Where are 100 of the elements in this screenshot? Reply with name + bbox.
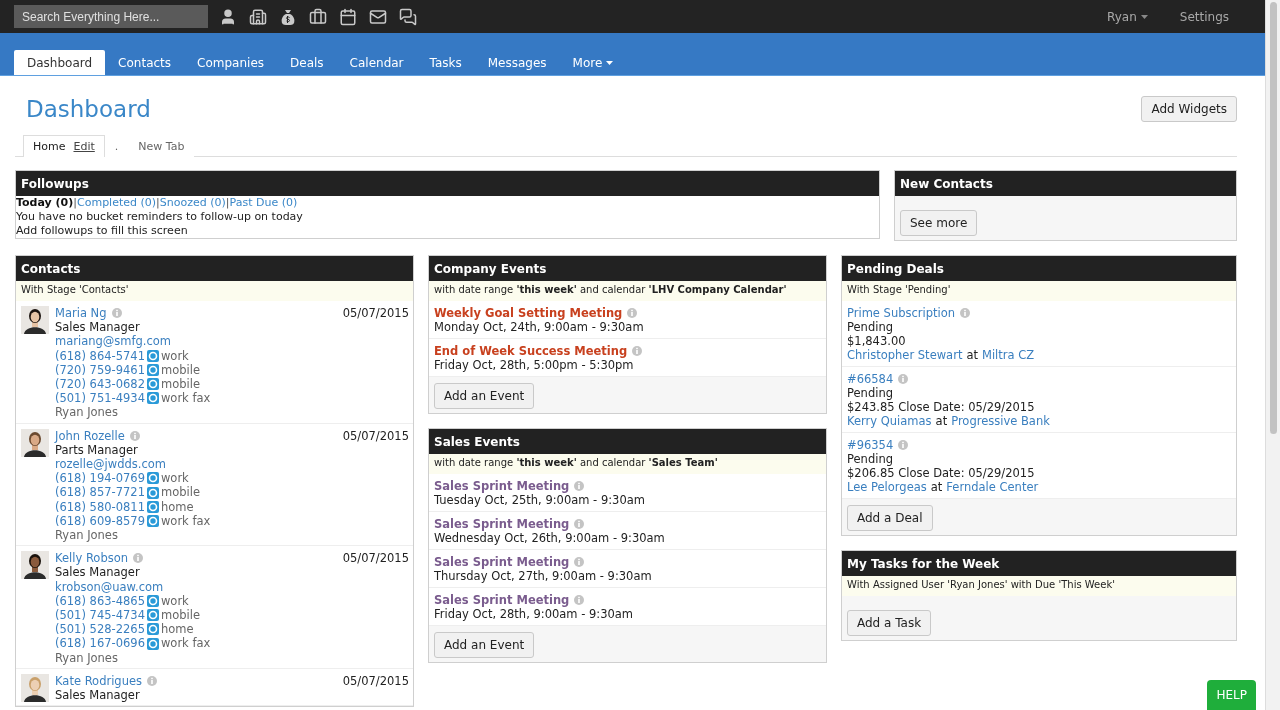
chat-icon[interactable] [398, 6, 418, 27]
phone-link[interactable]: (720) 643-0682 [55, 377, 145, 392]
email-link[interactable]: mariang@smfg.com [55, 334, 409, 349]
contact-link[interactable]: Kerry Quiamas [847, 414, 932, 428]
nav-tab[interactable]: Deals [277, 50, 337, 75]
contact-link[interactable]: Lee Pelorgeas [847, 480, 927, 494]
deal-name[interactable]: #96354 [847, 438, 894, 452]
phone-link[interactable]: (618) 609-8579 [55, 513, 145, 529]
phone-link[interactable]: (618) 857-7721 [55, 485, 145, 500]
message-text: Add followups to fill this screen [16, 224, 189, 238]
panel-title: Pending Deals [842, 256, 1236, 281]
contact-link[interactable]: Christopher Stewart [847, 348, 963, 362]
tab-label[interactable]: Home [33, 140, 66, 153]
search-field[interactable]: Search Everything Here... [14, 5, 208, 28]
nav-tab[interactable]: Companies [184, 50, 278, 75]
settings-link[interactable]: Settings [1179, 9, 1229, 24]
calendar-icon[interactable] [338, 6, 358, 27]
phone-link[interactable]: (501) 751-4934 [55, 391, 145, 406]
help-button[interactable]: HELP [1207, 680, 1256, 710]
phone-link[interactable]: (618) 863-4865 [55, 593, 145, 609]
deal-name[interactable]: #66584 [847, 372, 894, 386]
phone-type: work fax [160, 391, 211, 406]
contact-name[interactable]: Kelly Robson [55, 551, 129, 566]
company-link[interactable]: Progressive Bank [951, 414, 1050, 428]
nav-tab[interactable]: Tasks [416, 50, 475, 75]
call-icon[interactable] [146, 609, 159, 622]
call-icon[interactable] [146, 514, 159, 527]
nav-tab[interactable]: Contacts [105, 50, 185, 75]
subtab[interactable]: Home Edit [23, 135, 105, 157]
event-time: Friday Oct, 28th, 5:00pm - 5:30pm [434, 358, 635, 372]
panel-title: Company Events [429, 256, 826, 281]
info-icon[interactable] [898, 440, 909, 450]
info-icon[interactable] [632, 346, 643, 356]
contact-name[interactable]: Kate Rodrigues [55, 673, 142, 689]
user-menu[interactable]: Ryan [1107, 9, 1148, 24]
phone-link[interactable]: (618) 194-0769 [55, 471, 145, 486]
call-icon[interactable] [146, 472, 159, 485]
deal-amount: $206.85 Close Date: 05/29/2015 [847, 466, 1036, 480]
nav-tab[interactable]: More [559, 50, 627, 75]
call-icon[interactable] [146, 594, 159, 607]
add-widgets-button[interactable]: Add Widgets [1141, 96, 1237, 122]
call-icon[interactable] [146, 623, 159, 636]
add-deal-button[interactable]: Add a Deal [847, 505, 933, 531]
briefcase-icon[interactable] [308, 6, 328, 27]
call-icon[interactable] [146, 637, 159, 650]
company-link[interactable]: Ferndale Center [946, 480, 1039, 494]
info-icon[interactable] [133, 553, 144, 564]
add-event-button[interactable]: Add an Event [434, 632, 535, 658]
info-icon[interactable] [574, 519, 585, 529]
phone-link[interactable]: (720) 759-9461 [55, 362, 145, 377]
event-title[interactable]: Sales Sprint Meeting [434, 479, 570, 493]
info-icon[interactable] [627, 308, 638, 318]
event-title[interactable]: Sales Sprint Meeting [434, 517, 570, 531]
nav-tab[interactable]: Messages [474, 50, 560, 75]
contact-name[interactable]: Maria Ng [55, 306, 107, 321]
info-icon[interactable] [574, 557, 585, 567]
add-event-button[interactable]: Add an Event [434, 383, 535, 409]
info-icon[interactable] [147, 675, 157, 686]
call-icon[interactable] [146, 378, 159, 391]
panel-title: Contacts [16, 256, 413, 281]
job-title: Sales Manager [55, 320, 141, 335]
event-title[interactable]: End of Week Success Meeting [434, 344, 628, 358]
event-title[interactable]: Sales Sprint Meeting [434, 593, 570, 607]
call-icon[interactable] [146, 363, 159, 376]
panel-title: Followups [16, 171, 879, 196]
contact-name[interactable]: John Rozelle [55, 428, 125, 443]
info-icon[interactable] [574, 481, 585, 491]
info-icon[interactable] [960, 308, 971, 318]
call-icon[interactable] [146, 349, 159, 362]
followup-filter[interactable]: Today (0) [16, 196, 74, 209]
info-icon[interactable] [574, 595, 585, 605]
deal-stage: Pending [847, 320, 894, 334]
phone-link[interactable]: (618) 167-0696 [55, 636, 145, 651]
followup-filter[interactable]: Completed (0) [77, 196, 157, 209]
email-link[interactable]: krobson@uaw.com [55, 579, 409, 594]
see-more-button[interactable]: See more [900, 210, 978, 236]
nav-tab[interactable]: Calendar [336, 50, 417, 75]
caret-icon [1140, 14, 1148, 19]
info-icon[interactable] [898, 374, 909, 384]
add-task-button[interactable]: Add a Task [847, 610, 932, 636]
nav-tab[interactable]: Dashboard [14, 50, 106, 75]
event-title[interactable]: Sales Sprint Meeting [434, 555, 570, 569]
event-time: Wednesday Oct, 26th, 9:00am - 9:30am [434, 531, 666, 545]
phone-link[interactable]: (501) 528-2265 [55, 622, 145, 637]
email-link[interactable]: rozelle@jwdds.com [55, 457, 409, 472]
call-icon[interactable] [146, 486, 159, 499]
info-icon[interactable] [111, 308, 122, 319]
phone-type: mobile [160, 362, 200, 377]
call-icon[interactable] [146, 392, 159, 405]
phone-type: work [160, 471, 189, 486]
phone-link[interactable]: (618) 864-5741 [55, 348, 145, 363]
event-title[interactable]: Weekly Goal Setting Meeting [434, 306, 623, 320]
phone-link[interactable]: (501) 745-4734 [55, 608, 145, 623]
info-icon[interactable] [129, 430, 140, 441]
deal-name[interactable]: Prime Subscription [847, 306, 956, 320]
call-icon[interactable] [146, 500, 159, 513]
edit-link[interactable]: Edit [73, 140, 95, 153]
company-link[interactable]: Miltra CZ [981, 348, 1035, 362]
contact-date: 05/07/2015 [342, 428, 409, 443]
phone-link[interactable]: (618) 580-0811 [55, 499, 145, 514]
